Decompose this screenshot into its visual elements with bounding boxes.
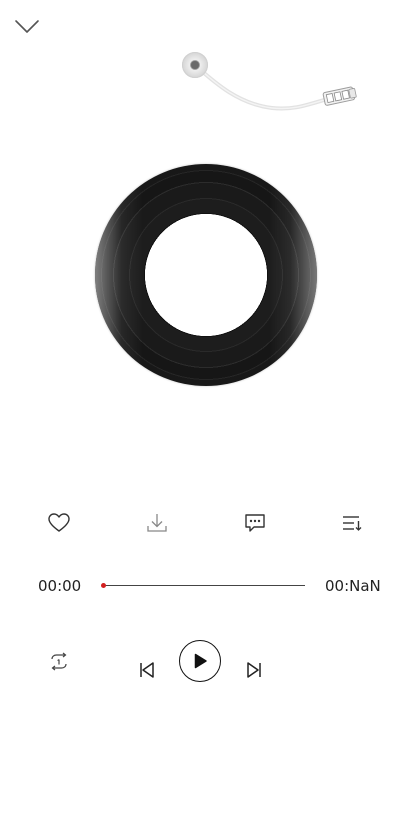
total-time: 00:NaN (325, 577, 381, 595)
comments-button[interactable] (242, 510, 268, 536)
heart-icon (48, 513, 70, 533)
chevron-down-icon (14, 18, 40, 34)
download-button[interactable] (144, 510, 170, 536)
playlist-button[interactable] (339, 510, 365, 536)
skip-next-icon (245, 661, 263, 679)
vinyl-disc-center (145, 214, 267, 336)
repeat-one-icon (47, 652, 71, 672)
comment-icon (244, 513, 266, 533)
current-time: 00:00 (38, 577, 82, 595)
download-icon (146, 512, 168, 534)
previous-button[interactable] (136, 659, 158, 681)
next-button[interactable] (243, 659, 265, 681)
play-icon (192, 653, 208, 669)
progress-handle[interactable] (101, 583, 106, 588)
progress-bar[interactable] (103, 585, 305, 586)
play-button[interactable] (179, 640, 221, 682)
like-button[interactable] (46, 510, 72, 536)
skip-previous-icon (138, 661, 156, 679)
play-mode-button[interactable] (46, 650, 72, 674)
collapse-button[interactable] (12, 14, 42, 38)
tonearm (174, 44, 364, 124)
playlist-icon (341, 513, 363, 533)
